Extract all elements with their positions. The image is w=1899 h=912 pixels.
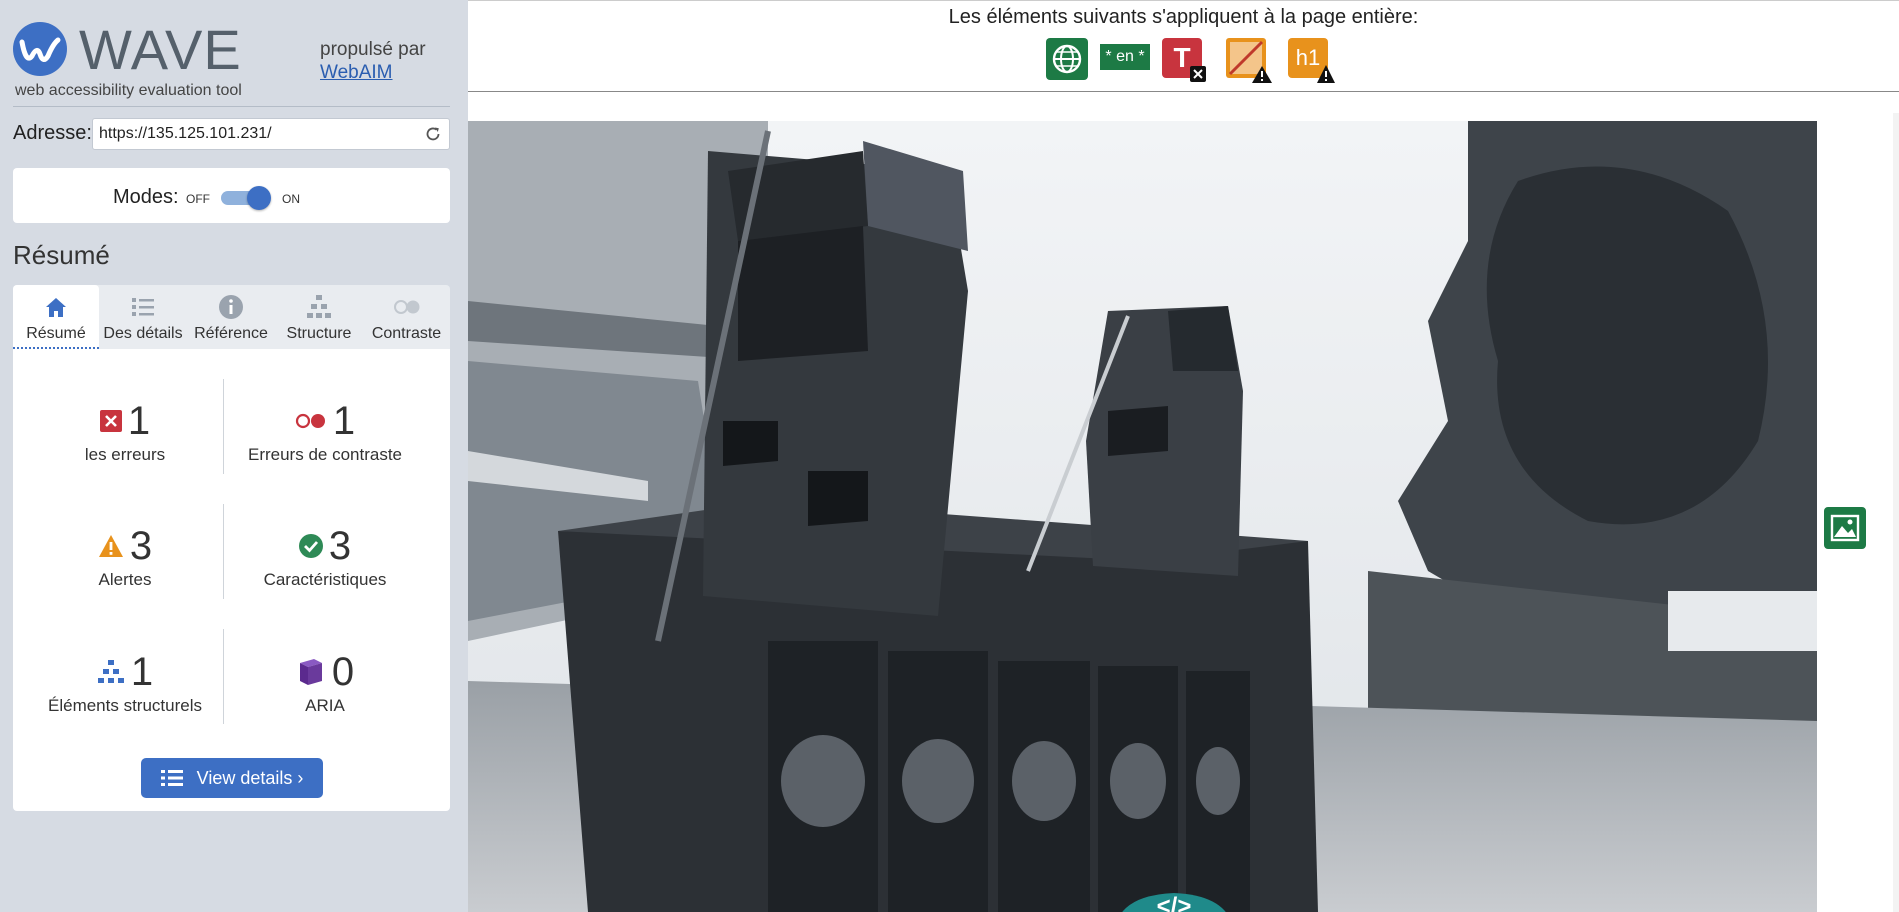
info-icon: [219, 295, 243, 319]
error-count: 1: [127, 398, 151, 443]
modes-off-label: OFF: [186, 192, 210, 206]
modes-on-label: ON: [282, 192, 300, 206]
structure-icon: [97, 660, 124, 683]
feature-icon: [298, 534, 323, 558]
wave-logo-icon: [13, 22, 67, 76]
stat-label: Caractéristiques: [263, 570, 387, 589]
feature-count: 3: [328, 523, 352, 568]
view-details-label: View details ›: [196, 767, 304, 788]
language-en-icon[interactable]: * en *: [1100, 44, 1150, 70]
home-icon: [46, 298, 66, 317]
logo-wordmark: WAVE: [79, 18, 242, 81]
stat-label: Erreurs de contraste: [247, 445, 402, 464]
summary-panel: 1 les erreurs 1 Erreurs de contraste 3 A…: [13, 349, 450, 811]
tab-label: Contraste: [371, 325, 442, 342]
tab-contrast[interactable]: Contraste: [363, 285, 450, 349]
missing-title-icon[interactable]: T: [1162, 38, 1208, 84]
tab-label: Résumé: [26, 325, 86, 342]
divider: [13, 106, 450, 107]
modes-toggle[interactable]: [219, 186, 271, 210]
tab-details[interactable]: Des détails: [99, 285, 187, 349]
page-content: </>: [468, 93, 1899, 912]
error-badge-icon: [1190, 66, 1206, 82]
list-icon: [160, 770, 183, 786]
structural-count: 1: [130, 649, 154, 694]
stat-features[interactable]: 3 Caractéristiques: [225, 524, 425, 590]
missing-h1-icon[interactable]: h1: [1288, 38, 1338, 84]
error-icon: [99, 410, 122, 432]
structure-icon: [307, 295, 331, 318]
reload-icon[interactable]: [425, 126, 441, 142]
address-row: Adresse:: [13, 118, 450, 150]
alert-count: 3: [129, 523, 153, 568]
language-globe-icon[interactable]: [1046, 38, 1088, 80]
page-wide-banner: Les éléments suivants s'appliquent à la …: [468, 0, 1899, 92]
tab-structure[interactable]: Structure: [275, 285, 363, 349]
stat-label: les erreurs: [84, 445, 166, 464]
page-scrollbar[interactable]: [1893, 113, 1899, 912]
tab-label: Des détails: [103, 325, 183, 342]
stat-contrast-errors[interactable]: 1 Erreurs de contraste: [225, 399, 425, 465]
webaim-link[interactable]: WebAIM: [320, 61, 426, 84]
aria-icon: [299, 659, 322, 685]
tab-label: Structure: [286, 325, 352, 342]
modes-panel: Modes: OFF ON: [13, 168, 450, 223]
contrast-error-count: 1: [332, 398, 356, 443]
powered-by-text: propulsé par: [320, 39, 426, 60]
view-details-button[interactable]: View details ›: [141, 758, 323, 798]
tab-reference[interactable]: Référence: [187, 285, 275, 349]
section-title: Résumé: [13, 240, 110, 270]
toggle-knob: [247, 186, 271, 210]
stat-structural[interactable]: 1 Éléments structurels: [25, 650, 225, 716]
stat-errors[interactable]: 1 les erreurs: [25, 399, 225, 465]
alert-badge-icon: [1317, 65, 1335, 83]
list-icon: [132, 298, 154, 316]
code-view-badge[interactable]: </>: [1116, 883, 1232, 912]
address-input[interactable]: [92, 118, 450, 150]
stat-label: ARIA: [305, 696, 345, 715]
stat-alerts[interactable]: 3 Alertes: [25, 524, 225, 590]
logo-tagline: web accessibility evaluation tool: [15, 82, 242, 99]
image-feature-icon[interactable]: [1824, 507, 1866, 549]
aria-count: 0: [331, 649, 355, 694]
stat-label: Alertes: [98, 570, 152, 589]
contrast-icon: [393, 300, 419, 314]
stat-aria[interactable]: 0 ARIA: [225, 650, 425, 716]
alert-icon: [98, 535, 123, 557]
tab-summary[interactable]: Résumé: [13, 285, 99, 349]
powered-by: propulsé par WebAIM: [320, 38, 426, 84]
code-badge-text: </>: [1156, 893, 1192, 912]
stat-label: Éléments structurels: [48, 696, 202, 715]
no-heading-structure-icon[interactable]: [1224, 38, 1274, 84]
tab-label: Référence: [194, 325, 268, 342]
speaker-stack-photo: [468, 121, 1817, 912]
page-wide-text: Les éléments suivants s'appliquent à la …: [948, 6, 1419, 28]
address-label: Adresse:: [13, 122, 92, 144]
wave-sidebar: WAVE web accessibility evaluation tool p…: [0, 0, 468, 912]
panel-tabs: Résumé Des détails Référence Structure C…: [13, 285, 450, 349]
contrast-error-icon: [295, 413, 325, 429]
wave-logo: WAVE web accessibility evaluation tool p…: [13, 20, 453, 104]
modes-label: Modes:: [113, 186, 179, 208]
